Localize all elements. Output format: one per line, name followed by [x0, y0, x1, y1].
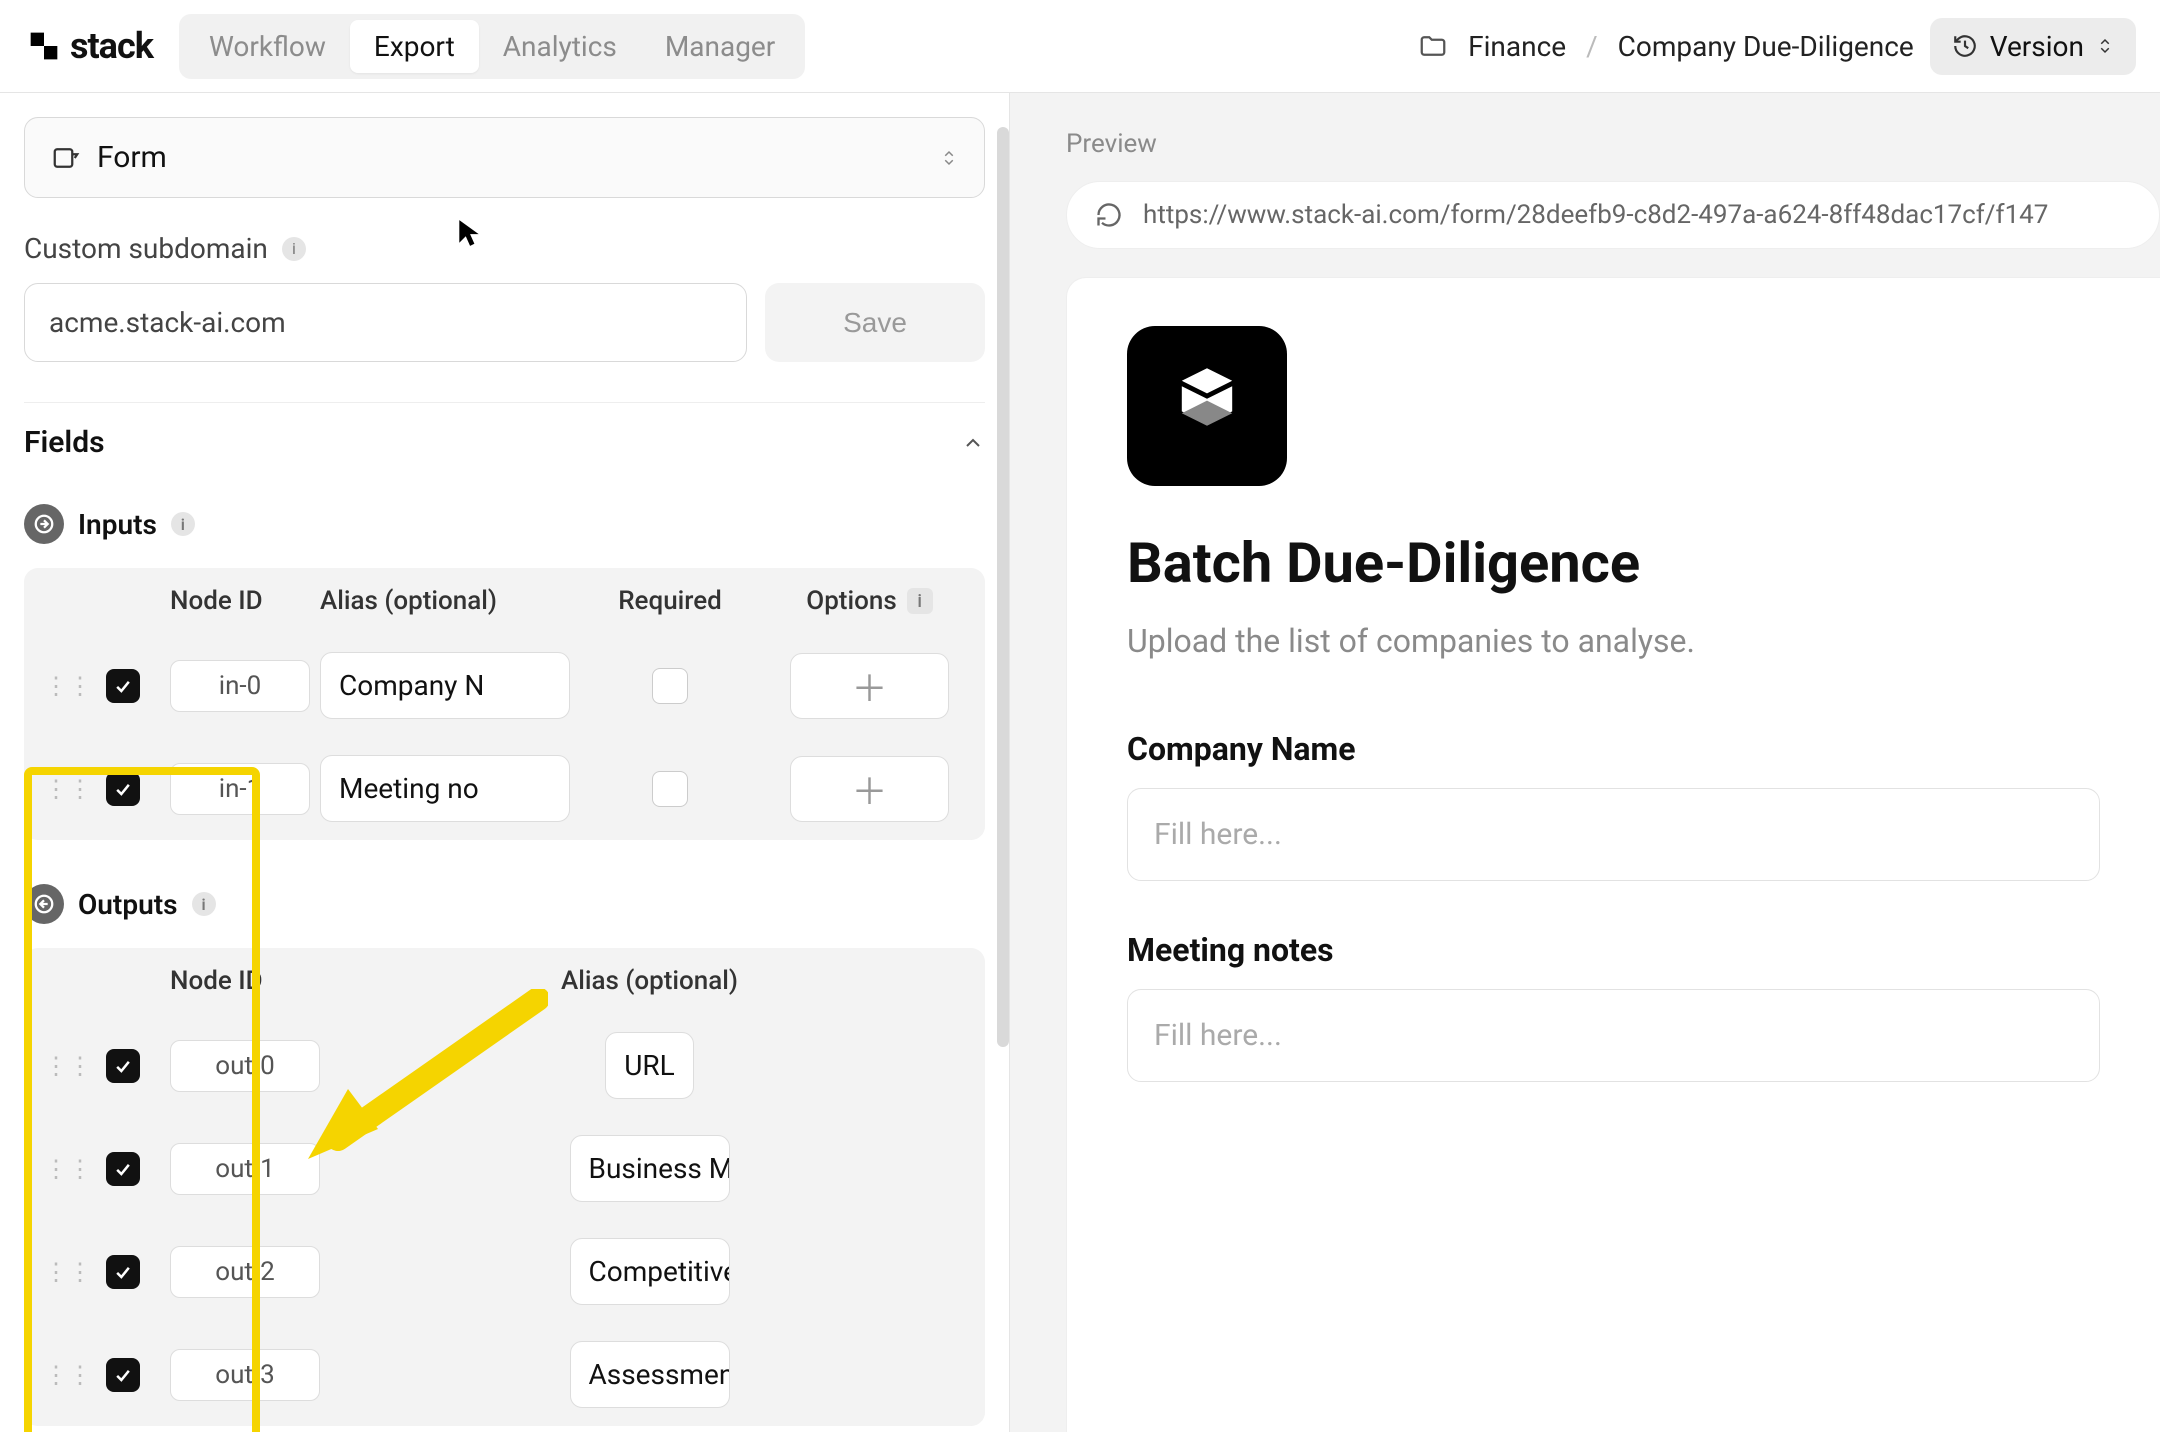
tab-analytics[interactable]: Analytics: [479, 20, 641, 73]
scrollbar[interactable]: [997, 127, 1009, 1047]
history-icon: [1952, 33, 1978, 59]
node-id[interactable]: out-1: [170, 1143, 320, 1195]
input-row: ⋮⋮ in-0 Company N ＋: [24, 634, 985, 737]
preview-field-label: Meeting notes: [1127, 931, 2100, 969]
col-alias: Alias (optional): [320, 586, 570, 616]
output-row: ⋮⋮ out-2 Competitive: [24, 1220, 985, 1323]
node-id[interactable]: out-2: [170, 1246, 320, 1298]
col-required: Required: [580, 586, 760, 616]
breadcrumb-folder[interactable]: Finance: [1468, 30, 1566, 63]
info-icon[interactable]: i: [907, 588, 933, 614]
form-icon: [51, 143, 81, 173]
enable-checkbox[interactable]: [106, 772, 140, 806]
form-type-label: Form: [97, 140, 167, 175]
refresh-icon[interactable]: [1095, 201, 1123, 229]
folder-icon: [1418, 31, 1448, 61]
nav-tabs: Workflow Export Analytics Manager: [179, 14, 805, 79]
inputs-icon: [24, 504, 64, 544]
drag-handle-icon[interactable]: ⋮⋮: [40, 1361, 96, 1389]
breadcrumb-sep: /: [1586, 30, 1598, 63]
config-panel: Form Custom subdomain i acme.stack-ai.co…: [0, 93, 1010, 1432]
output-row: ⋮⋮ out-1 Business M: [24, 1117, 985, 1220]
app-logo-icon: [1162, 361, 1252, 451]
breadcrumb-page[interactable]: Company Due-Diligence: [1618, 30, 1914, 63]
col-alias: Alias (optional): [330, 966, 969, 996]
chevrons-icon: [2096, 37, 2114, 55]
outputs-label: Outputs: [78, 888, 178, 921]
add-option-button[interactable]: ＋: [790, 756, 949, 822]
inputs-label: Inputs: [78, 508, 157, 541]
enable-checkbox[interactable]: [106, 1255, 140, 1289]
preview-url[interactable]: https://www.stack-ai.com/form/28deefb9-c…: [1143, 200, 2048, 230]
col-options: Options i: [770, 586, 969, 616]
enable-checkbox[interactable]: [106, 1049, 140, 1083]
col-node: Node ID: [170, 966, 320, 996]
outputs-table-head: Node ID Alias (optional): [24, 948, 985, 1014]
fields-section-header[interactable]: Fields: [24, 425, 985, 460]
drag-handle-icon[interactable]: ⋮⋮: [40, 1258, 96, 1286]
alias-input[interactable]: Competitive: [570, 1238, 730, 1305]
tab-export[interactable]: Export: [350, 20, 479, 73]
brand-logo: stack: [24, 25, 153, 67]
outputs-header: Outputs i: [24, 884, 985, 924]
subdomain-label-row: Custom subdomain i: [24, 232, 985, 265]
form-type-select[interactable]: Form: [24, 117, 985, 198]
info-icon[interactable]: i: [171, 512, 195, 536]
outputs-table: Node ID Alias (optional) ⋮⋮ out-0 URL ⋮⋮…: [24, 948, 985, 1426]
alias-input[interactable]: Business M: [570, 1135, 730, 1202]
version-label: Version: [1990, 30, 2084, 63]
drag-handle-icon[interactable]: ⋮⋮: [40, 775, 96, 803]
preview-subtitle: Upload the list of companies to analyse.: [1127, 622, 2100, 660]
preview-field-input[interactable]: Fill here...: [1127, 788, 2100, 881]
node-id[interactable]: out-3: [170, 1349, 320, 1401]
enable-checkbox[interactable]: [106, 1152, 140, 1186]
preview-field-label: Company Name: [1127, 730, 2100, 768]
input-row: ⋮⋮ in-1 Meeting no ＋: [24, 737, 985, 840]
chevrons-icon: [940, 149, 958, 167]
fields-label: Fields: [24, 425, 105, 460]
info-icon[interactable]: i: [192, 892, 216, 916]
alias-input[interactable]: Assessmen: [570, 1341, 730, 1408]
chevron-up-icon: [961, 431, 985, 455]
tab-workflow[interactable]: Workflow: [185, 20, 350, 73]
output-row: ⋮⋮ out-0 URL: [24, 1014, 985, 1117]
preview-label: Preview: [1066, 129, 2160, 159]
alias-input[interactable]: Meeting no: [320, 755, 570, 822]
drag-handle-icon[interactable]: ⋮⋮: [40, 1052, 96, 1080]
save-button[interactable]: Save: [765, 283, 985, 362]
node-id[interactable]: in-1: [170, 763, 310, 815]
alias-input[interactable]: URL: [605, 1032, 694, 1099]
required-checkbox[interactable]: [652, 668, 688, 704]
info-icon[interactable]: i: [282, 237, 306, 261]
col-node: Node ID: [170, 586, 310, 616]
preview-field-input[interactable]: Fill here...: [1127, 989, 2100, 1082]
breadcrumb: Finance / Company Due-Diligence: [1418, 30, 1914, 63]
output-row: ⋮⋮ out-3 Assessmen: [24, 1323, 985, 1426]
subdomain-label: Custom subdomain: [24, 232, 268, 265]
drag-handle-icon[interactable]: ⋮⋮: [40, 1155, 96, 1183]
version-button[interactable]: Version: [1930, 18, 2136, 75]
outputs-icon: [24, 884, 64, 924]
topbar: stack Workflow Export Analytics Manager …: [0, 0, 2160, 93]
required-checkbox[interactable]: [652, 771, 688, 807]
alias-input[interactable]: Company N: [320, 652, 570, 719]
enable-checkbox[interactable]: [106, 1358, 140, 1392]
preview-card: Batch Due-Diligence Upload the list of c…: [1066, 277, 2160, 1432]
enable-checkbox[interactable]: [106, 669, 140, 703]
preview-panel: Preview https://www.stack-ai.com/form/28…: [1010, 93, 2160, 1432]
preview-title: Batch Due-Diligence: [1127, 530, 2100, 596]
node-id[interactable]: in-0: [170, 660, 310, 712]
drag-handle-icon[interactable]: ⋮⋮: [40, 672, 96, 700]
app-logo-tile: [1127, 326, 1287, 486]
tab-manager[interactable]: Manager: [641, 20, 799, 73]
add-option-button[interactable]: ＋: [790, 653, 949, 719]
preview-url-bar: https://www.stack-ai.com/form/28deefb9-c…: [1066, 181, 2160, 249]
brand-text: stack: [70, 25, 153, 67]
inputs-table: Node ID Alias (optional) Required Option…: [24, 568, 985, 840]
inputs-table-head: Node ID Alias (optional) Required Option…: [24, 568, 985, 634]
brand-icon: [24, 26, 64, 66]
node-id[interactable]: out-0: [170, 1040, 320, 1092]
subdomain-input[interactable]: acme.stack-ai.com: [24, 283, 747, 362]
inputs-header: Inputs i: [24, 504, 985, 544]
